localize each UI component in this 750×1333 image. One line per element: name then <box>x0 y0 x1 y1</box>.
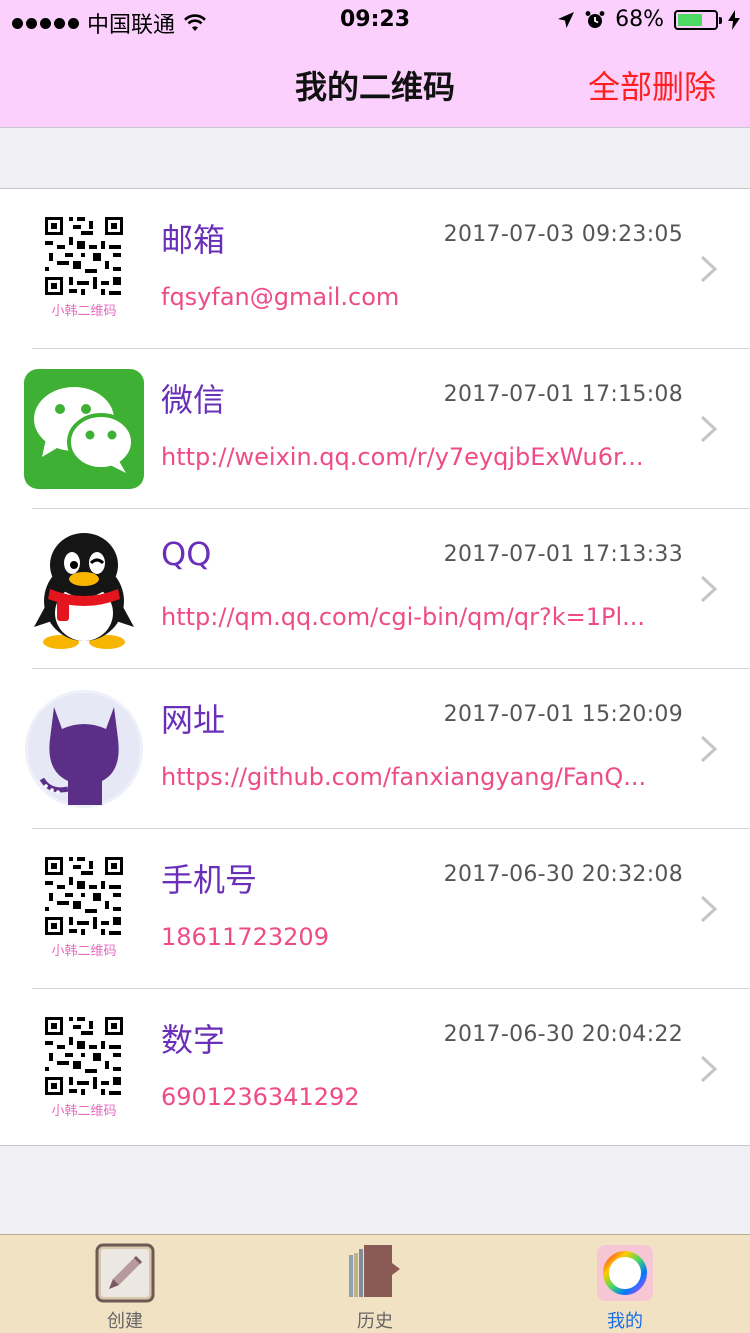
item-content: http://qm.qq.com/cgi-bin/qm/qr?k=1Pl... <box>161 603 646 631</box>
item-date: 2017-06-30 20:32:08 <box>443 862 683 887</box>
chevron-right-icon <box>700 415 718 443</box>
item-date: 2017-07-01 15:20:09 <box>443 702 683 727</box>
pencil-icon <box>95 1243 155 1303</box>
chevron-right-icon <box>700 1055 718 1083</box>
github-octocat-icon <box>24 689 144 809</box>
chevron-right-icon <box>700 735 718 763</box>
delete-all-button[interactable]: 全部删除 <box>588 62 716 108</box>
qr-code-icon: 小韩二维码 <box>24 1009 144 1129</box>
qr-thumb-caption: 小韩二维码 <box>51 1104 116 1119</box>
qr-code-icon: 小韩二维码 <box>24 849 144 969</box>
tab-mine[interactable]: 我的 <box>500 1235 750 1333</box>
item-date: 2017-07-03 09:23:05 <box>443 222 683 247</box>
tab-label: 我的 <box>607 1311 643 1332</box>
tab-bar: 创建 历史 我的 <box>0 1234 750 1333</box>
chevron-right-icon <box>700 255 718 283</box>
item-title: 微信 <box>161 381 226 419</box>
chevron-right-icon <box>700 575 718 603</box>
list-item-phone[interactable]: 小韩二维码 手机号 2017-06-30 20:32:08 1861172320… <box>0 829 750 989</box>
alarm-clock-icon <box>585 10 605 28</box>
qq-penguin-icon <box>24 529 144 649</box>
qr-thumb-caption: 小韩二维码 <box>51 304 116 319</box>
list-item-wechat[interactable]: 微信 2017-07-01 17:15:08 http://weixin.qq.… <box>0 349 750 509</box>
chevron-right-icon <box>700 895 718 923</box>
item-date: 2017-06-30 20:04:22 <box>443 1022 683 1047</box>
navigation-bar: 中国联通 09:23 68% 我的二维码 全部删除 <box>0 0 750 128</box>
battery-percentage: 68% <box>615 7 664 32</box>
tab-history[interactable]: 历史 <box>250 1235 500 1333</box>
item-title: 网址 <box>161 701 226 739</box>
charging-bolt-icon <box>728 9 740 30</box>
item-content: 18611723209 <box>161 923 329 951</box>
item-content: 6901236341292 <box>161 1083 360 1111</box>
item-content: https://github.com/fanxiangyang/FanQ... <box>161 763 647 791</box>
list-item-qq[interactable]: QQ 2017-07-01 17:13:33 http://qm.qq.com/… <box>0 509 750 669</box>
item-content: http://weixin.qq.com/r/y7eyqjbExWu6r... <box>161 443 644 471</box>
color-ring-icon <box>597 1245 653 1301</box>
wechat-icon <box>24 369 144 489</box>
item-title: 邮箱 <box>161 221 226 259</box>
books-icon <box>349 1245 400 1297</box>
list-item-number[interactable]: 小韩二维码 数字 2017-06-30 20:04:22 69012363412… <box>0 989 750 1149</box>
qr-thumb-caption: 小韩二维码 <box>51 944 116 959</box>
list-item-email[interactable]: 小韩二维码 邮箱 2017-07-03 09:23:05 fqsyfan@gma… <box>0 189 750 349</box>
qr-code-icon: 小韩二维码 <box>24 209 144 329</box>
status-right: 68% <box>557 7 740 32</box>
item-title: QQ <box>161 535 212 573</box>
battery-level-fill <box>678 13 703 26</box>
item-title: 数字 <box>161 1021 226 1059</box>
item-date: 2017-07-01 17:15:08 <box>443 382 683 407</box>
battery-icon <box>674 9 722 30</box>
location-arrow-icon <box>558 11 575 28</box>
item-content: fqsyfan@gmail.com <box>161 283 400 311</box>
item-title: 手机号 <box>161 861 258 899</box>
qr-history-list: 小韩二维码 邮箱 2017-07-03 09:23:05 fqsyfan@gma… <box>0 188 750 1146</box>
status-bar: 中国联通 09:23 68% <box>0 0 750 40</box>
tab-label: 创建 <box>107 1311 143 1332</box>
tab-label: 历史 <box>357 1311 393 1332</box>
list-item-url[interactable]: 网址 2017-07-01 15:20:09 https://github.co… <box>0 669 750 829</box>
tab-create[interactable]: 创建 <box>0 1235 250 1333</box>
item-date: 2017-07-01 17:13:33 <box>443 542 683 567</box>
